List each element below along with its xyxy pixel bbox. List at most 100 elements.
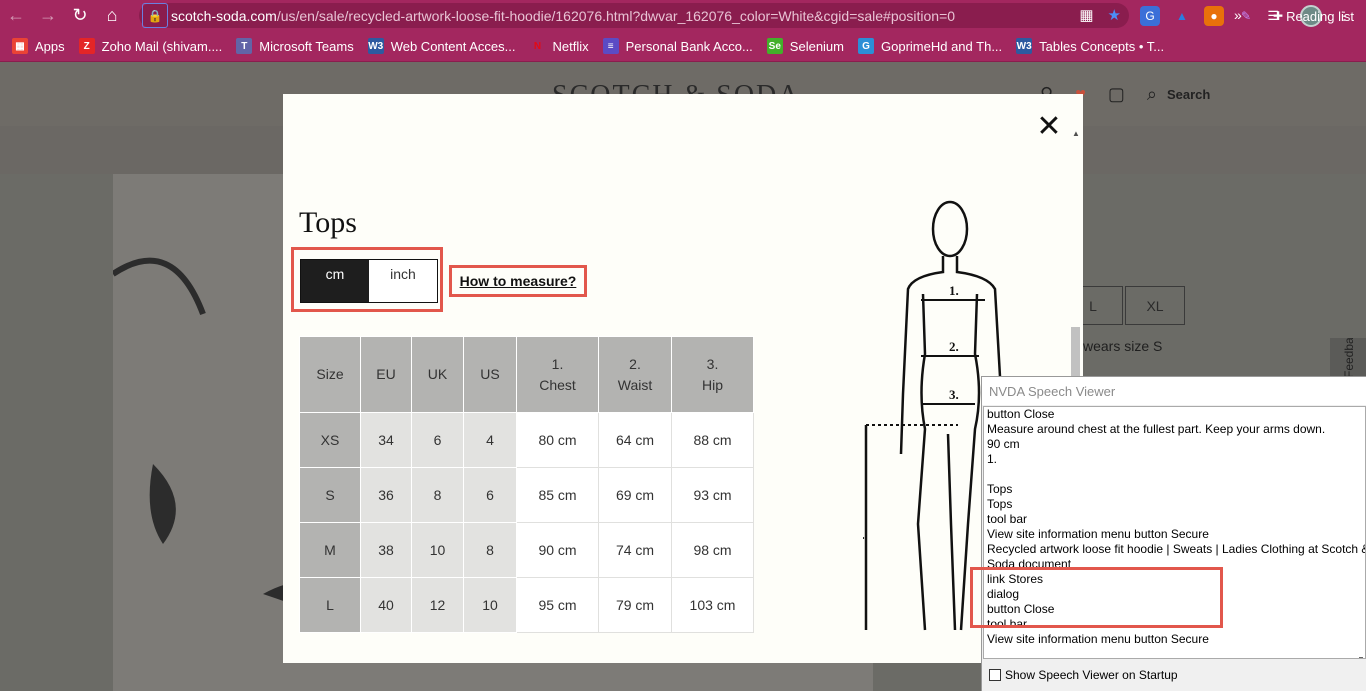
teams-icon: T	[236, 38, 253, 54]
header-label: US	[480, 366, 500, 382]
reading-list-icon: ☰	[1267, 8, 1280, 23]
header-label: Waist	[617, 376, 653, 393]
speech-line: Measure around chest at the fullest part…	[987, 422, 1326, 436]
orange-extension-icon[interactable]: ●	[1204, 6, 1224, 26]
size-table: Size EU UK US 1. Chest 2. Waist 3. Hip XS 3…	[299, 336, 754, 633]
feedback-label: Feedback	[1342, 338, 1356, 378]
reading-list-button[interactable]: ☰ Reading list	[1267, 8, 1354, 24]
bookmarks-bar: ▦ Apps Z Zoho Mail (shivam.... T Microsoft …	[0, 31, 1366, 62]
header-number: 1.	[551, 355, 564, 372]
bookmark-tables[interactable]: W3 Tables Concepts • T...	[1016, 38, 1164, 54]
bookmark-label: Web Content Acces...	[390, 38, 516, 54]
translate-extension-icon[interactable]: G	[1140, 6, 1160, 26]
chest-cell: 85 cm	[516, 467, 599, 523]
close-icon[interactable]: ✕	[1035, 112, 1063, 142]
chest-cell: 95 cm	[516, 577, 599, 633]
header-number: 2.	[629, 355, 641, 372]
speech-line: button Close	[987, 407, 1055, 421]
uk-cell: 8	[411, 467, 464, 523]
address-bar[interactable]: 🔒 scotch-soda.com/us/en/sale/recycled-ar…	[139, 3, 1129, 28]
speech-line: tool bar	[987, 512, 1028, 526]
more-bookmarks-chevron-icon[interactable]: »	[1234, 7, 1242, 23]
reload-icon[interactable]: ↻	[64, 0, 96, 31]
w3-icon: W3	[367, 38, 384, 54]
bookmark-wcag[interactable]: W3 Web Content Acces...	[367, 38, 516, 54]
size-cell: XS	[299, 412, 361, 468]
apps-shortcut-icon[interactable]: ▦	[1079, 6, 1093, 24]
figure-label-hip: 3.	[949, 387, 959, 402]
speech-line: Tops	[987, 497, 1013, 511]
chest-cell: 80 cm	[516, 412, 599, 468]
nvda-speech-viewer-window: NVDA Speech Viewer button Close Measure …	[970, 376, 1366, 691]
bookmark-bank[interactable]: ≡ Personal Bank Acco...	[602, 38, 753, 54]
nvda-log-scroll-thumb[interactable]	[1359, 657, 1363, 658]
netflix-icon: N	[533, 40, 542, 52]
header-label: EU	[376, 366, 396, 382]
size-cell: S	[299, 467, 361, 523]
size-cell: L	[299, 577, 361, 633]
header-label: Hip	[701, 376, 723, 393]
lock-icon[interactable]: 🔒	[142, 3, 168, 28]
selenium-icon: Se	[766, 38, 783, 54]
bookmark-zoho[interactable]: Z Zoho Mail (shivam....	[78, 38, 222, 54]
bookmark-label: Selenium	[789, 38, 844, 54]
uk-cell: 6	[411, 412, 464, 468]
hip-cell: 98 cm	[671, 522, 754, 578]
bookmark-netflix[interactable]: N Netflix	[529, 38, 589, 54]
eu-cell: 38	[360, 522, 412, 578]
speech-output-highlight	[970, 567, 1223, 628]
nvda-title-bar[interactable]: NVDA Speech Viewer	[982, 377, 1366, 405]
bookmark-label: GoprimeHd and Th...	[881, 38, 1003, 54]
size-guide-title: Tops	[299, 206, 357, 239]
checkbox-box[interactable]	[989, 669, 1001, 681]
show-on-startup-checkbox[interactable]: Show Speech Viewer on Startup	[989, 668, 1178, 682]
table-header-row: Size EU UK US 1. Chest 2. Waist 3. Hip	[299, 336, 754, 413]
bookmark-selenium[interactable]: Se Selenium	[766, 38, 844, 54]
w3-icon: W3	[1016, 38, 1033, 54]
chest-cell: 90 cm	[516, 522, 599, 578]
eu-cell: 36	[360, 467, 412, 523]
bookmark-label: Tables Concepts • T...	[1039, 38, 1165, 54]
uk-cell: 10	[411, 522, 464, 578]
header-waist: 2. Waist	[598, 336, 672, 413]
eu-cell: 40	[360, 577, 412, 633]
bookmark-label: Apps	[35, 38, 65, 54]
checkbox-label: Show Speech Viewer on Startup	[1005, 668, 1178, 682]
header-eu: EU	[360, 336, 412, 413]
bookmark-star-icon[interactable]: ★	[1108, 6, 1121, 24]
back-arrow-icon[interactable]: ←	[0, 0, 32, 31]
table-row: L 40 12 10 95 cm 79 cm 103 cm	[299, 577, 754, 633]
how-to-measure-highlight: How to measure?	[449, 265, 587, 297]
speech-line: View site information menu button Secure	[987, 527, 1209, 541]
hip-cell: 103 cm	[671, 577, 754, 633]
search-icon[interactable]: ⌕	[1147, 84, 1157, 105]
triangle-extension-icon[interactable]: ▲	[1172, 6, 1192, 26]
speech-line: View site information menu button Secure	[987, 632, 1209, 646]
us-cell: 6	[463, 467, 517, 523]
unit-cm-button[interactable]: cm	[301, 260, 369, 302]
model-size-text: wears size S	[1083, 338, 1163, 354]
zoho-icon: Z	[78, 38, 95, 54]
scroll-up-arrow-icon[interactable]: ▲	[1072, 129, 1080, 138]
unit-toggle: cm inch	[300, 259, 438, 303]
us-cell: 8	[463, 522, 517, 578]
bookmark-goprime[interactable]: G GoprimeHd and Th...	[858, 38, 1002, 54]
bookmark-teams[interactable]: T Microsoft Teams	[236, 38, 354, 54]
bank-icon: ≡	[602, 38, 619, 54]
bookmark-apps[interactable]: ▦ Apps	[12, 38, 65, 54]
forward-arrow-icon[interactable]: →	[32, 0, 64, 31]
speech-line	[987, 467, 1362, 482]
header-size: Size	[299, 336, 361, 413]
how-to-measure-link[interactable]: How to measure?	[460, 273, 577, 289]
size-chip-xl[interactable]: XL	[1125, 286, 1185, 325]
header-label: Chest	[539, 376, 576, 393]
bag-icon[interactable]: ▢	[1108, 84, 1125, 105]
unit-inch-button[interactable]: inch	[369, 260, 437, 302]
figure-label-length: 4.	[863, 527, 865, 542]
search-label[interactable]: Search	[1167, 87, 1210, 102]
waist-cell: 69 cm	[598, 467, 672, 523]
header-us: US	[463, 336, 517, 413]
header-number: 3.	[706, 355, 719, 372]
url-text[interactable]: scotch-soda.com/us/en/sale/recycled-artw…	[171, 8, 955, 24]
home-icon[interactable]: ⌂	[96, 0, 128, 31]
